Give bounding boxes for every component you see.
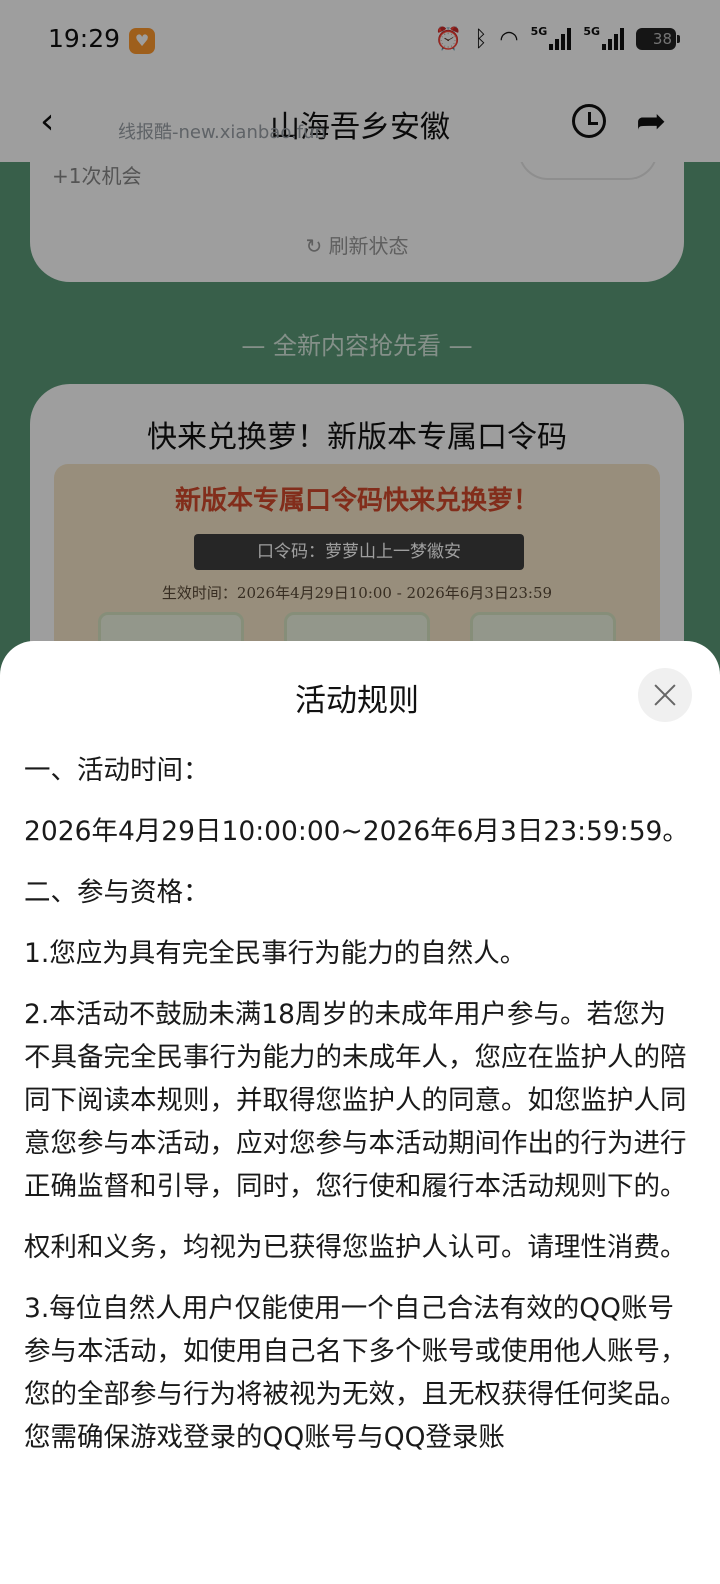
rules-sheet-title: 活动规则 [295, 683, 419, 719]
rules-paragraph: 2.本活动不鼓励未满18周岁的未成年用户参与。若您为不具备完全民事行为能力的未成… [24, 999, 687, 1202]
close-icon[interactable] [638, 668, 692, 722]
rules-body: 一、活动时间： 2026年4月29日10:00:00~2026年6月3日23:5… [24, 749, 692, 1477]
rules-paragraph: 权利和义务，均视为已获得您监护人认可。请理性消费。 [24, 1232, 687, 1263]
rules-paragraph: 一、活动时间： [24, 755, 210, 786]
rules-paragraph: 二、参与资格： [24, 877, 210, 908]
rules-sheet: 活动规则 一、活动时间： 2026年4月29日10:00:00~2026年6月3… [0, 641, 720, 1584]
rules-paragraph: 1.您应为具有完全民事行为能力的自然人。 [24, 938, 527, 969]
rules-paragraph: 3.每位自然人用户仅能使用一个自己合法有效的QQ账号参与本活动，如使用自己名下多… [24, 1293, 687, 1453]
rules-paragraph: 2026年4月29日10:00:00~2026年6月3日23:59:59。 [24, 816, 689, 847]
